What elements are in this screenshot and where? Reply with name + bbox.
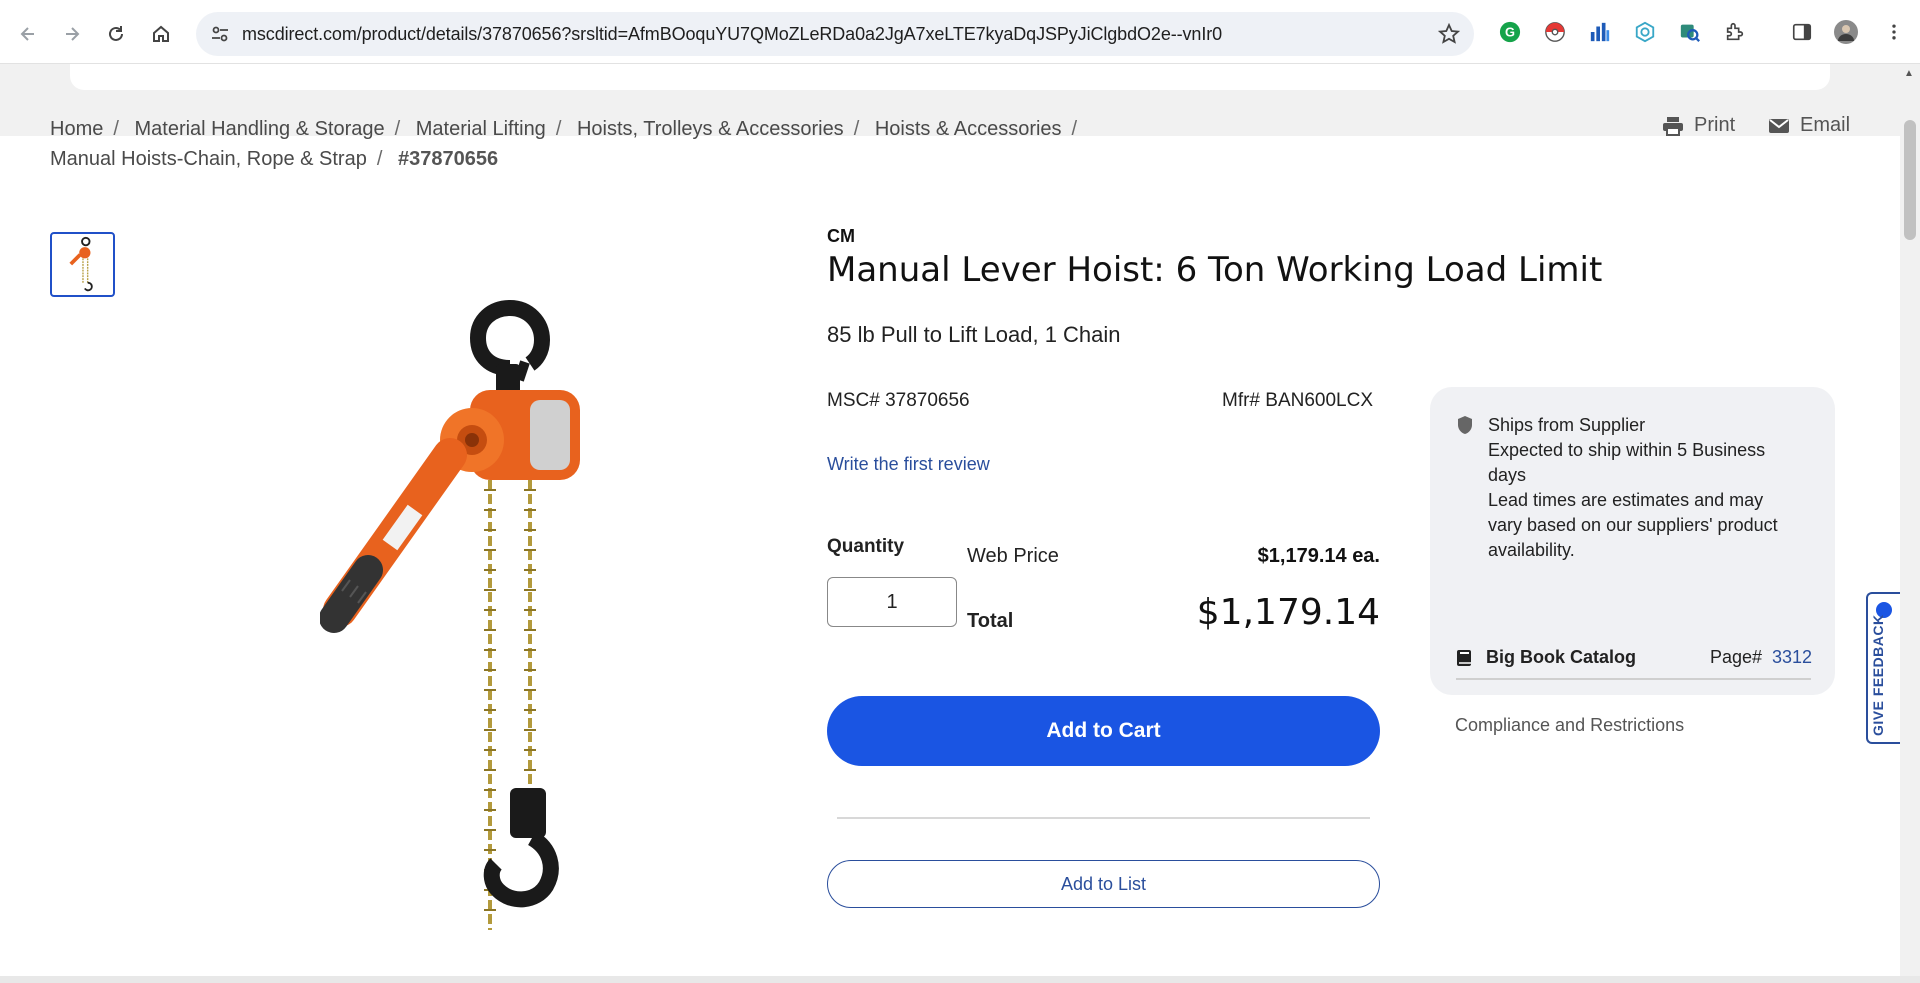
quantity-label: Quantity xyxy=(827,536,905,557)
product-thumbnail[interactable] xyxy=(50,232,115,297)
catalog-page-label: Page# xyxy=(1710,647,1763,667)
url-text: mscdirect.com/product/details/37870656?s… xyxy=(242,24,1223,44)
forward-arrow-icon xyxy=(66,27,80,41)
email-label: Email xyxy=(1800,114,1851,136)
quantity-input[interactable] xyxy=(827,577,957,627)
breadcrumb-separator: / xyxy=(853,118,860,140)
product-brand[interactable]: CM xyxy=(827,226,855,247)
breadcrumb-separator: / xyxy=(555,118,562,140)
search-extension-icon[interactable] xyxy=(1678,20,1702,44)
email-button[interactable]: Email xyxy=(1768,114,1850,137)
chart-extension-icon[interactable] xyxy=(1588,20,1612,44)
reload-icon xyxy=(109,26,123,41)
bookmark-star-icon[interactable] xyxy=(1438,23,1460,45)
breadcrumb-item-hoists-trolleys[interactable]: Hoists, Trolleys & Accessories xyxy=(577,118,844,140)
home-button[interactable] xyxy=(143,16,179,52)
product-title: Manual Lever Hoist: 6 Ton Working Load L… xyxy=(827,250,1603,290)
horizontal-scrollbar[interactable] xyxy=(0,976,1920,983)
envelope-icon xyxy=(1769,118,1789,133)
book-icon xyxy=(1457,650,1471,666)
forward-button[interactable] xyxy=(54,16,90,52)
lead-time-note: Lead times are estimates and may vary ba… xyxy=(1488,490,1778,560)
catalog-page-link[interactable]: 3312 xyxy=(1772,647,1812,668)
write-review-link[interactable]: Write the first review xyxy=(827,454,990,475)
side-panel-icon[interactable] xyxy=(1790,20,1814,44)
hoist-thumbnail-image xyxy=(69,236,93,292)
ships-from-supplier: Ships from Supplier xyxy=(1488,415,1646,435)
product-subtitle: 85 lb Pull to Lift Load, 1 Chain xyxy=(827,322,1121,347)
home-icon xyxy=(153,25,169,42)
breadcrumb-item-hoists-accessories[interactable]: Hoists & Accessories xyxy=(875,118,1062,140)
address-bar[interactable]: mscdirect.com/product/details/37870656?s… xyxy=(196,12,1474,56)
compliance-restrictions-link[interactable]: Compliance and Restrictions xyxy=(1455,715,1684,736)
back-button[interactable] xyxy=(10,16,46,52)
grammarly-extension-icon[interactable]: G xyxy=(1498,20,1522,44)
site-settings-icon[interactable] xyxy=(210,24,230,44)
profile-avatar[interactable] xyxy=(1834,20,1858,44)
svg-text:G: G xyxy=(1505,25,1515,40)
breadcrumb-item-home[interactable]: Home xyxy=(50,118,103,140)
breadcrumb-current: #37870656 xyxy=(397,148,499,170)
browser-menu-icon[interactable] xyxy=(1882,20,1906,44)
browser-toolbar: mscdirect.com/product/details/37870656?s… xyxy=(0,0,1920,64)
shipping-text: Ships from Supplier Expected to ship wit… xyxy=(1488,413,1788,563)
back-arrow-icon xyxy=(20,27,34,41)
manufacturer-number: Mfr# BAN600LCX xyxy=(1222,390,1374,411)
shipping-info-card: Ships from Supplier Expected to ship wit… xyxy=(1430,387,1835,695)
breadcrumb-item-manual-hoists[interactable]: Manual Hoists-Chain, Rope & Strap xyxy=(50,148,367,170)
breadcrumb-separator: / xyxy=(113,118,119,140)
pokeball-extension-icon[interactable] xyxy=(1543,20,1567,44)
shield-icon xyxy=(1458,416,1472,434)
msc-number: MSC# 37870656 xyxy=(827,390,970,411)
scroll-up-arrow-icon[interactable]: ▲ xyxy=(1904,68,1914,79)
divider xyxy=(837,817,1370,819)
add-to-list-button[interactable]: Add to List xyxy=(827,860,1380,908)
total-price-value: $1,179.14 xyxy=(1196,592,1380,633)
web-price-value: $1,179.14 ea. xyxy=(1257,545,1380,567)
globe-extension-icon[interactable] xyxy=(1633,20,1657,44)
header-card xyxy=(70,64,1830,90)
breadcrumb-separator: / xyxy=(1071,118,1078,140)
printer-icon xyxy=(1663,116,1683,136)
add-to-cart-button[interactable]: Add to Cart xyxy=(827,696,1380,766)
breadcrumb-item-material-handling[interactable]: Material Handling & Storage xyxy=(134,118,384,140)
give-feedback-label: GIVE FEEDBACK xyxy=(1870,614,1886,736)
breadcrumb-separator: / xyxy=(394,118,401,140)
reload-button[interactable] xyxy=(98,16,134,52)
total-label: Total xyxy=(967,610,1014,632)
breadcrumb-separator: / xyxy=(376,148,383,170)
web-price-label: Web Price xyxy=(967,545,1059,567)
hoist-product-image xyxy=(320,299,580,930)
scrollbar-thumb[interactable] xyxy=(1904,120,1916,240)
breadcrumb-item-material-lifting[interactable]: Material Lifting xyxy=(416,118,546,140)
print-label: Print xyxy=(1694,114,1736,136)
expected-ship-time: Expected to ship within 5 Business days xyxy=(1488,440,1766,485)
print-button[interactable]: Print xyxy=(1662,114,1735,137)
extensions-puzzle-icon[interactable] xyxy=(1723,20,1747,44)
card-divider xyxy=(1456,678,1811,680)
big-book-catalog-label: Big Book Catalog xyxy=(1486,647,1637,667)
breadcrumb: Home / Material Handling & Storage / Mater… xyxy=(50,114,1130,174)
